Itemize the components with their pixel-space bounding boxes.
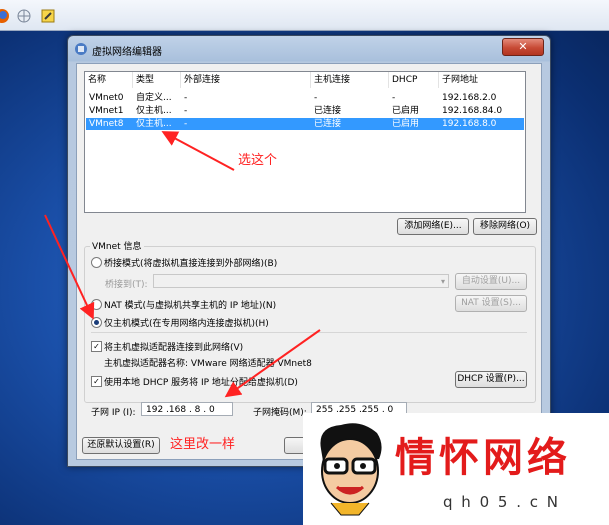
subnet-mask-label: 子网掩码(M):: [253, 408, 307, 418]
cell-subnet: 192.168.2.0: [442, 93, 497, 103]
vmnet-info-title: VMnet 信息: [90, 239, 144, 252]
bridged-radio[interactable]: [91, 257, 102, 268]
window-title: 虚拟网络编辑器: [92, 47, 162, 58]
taskbar-strip: [0, 0, 609, 31]
column-header-type[interactable]: 类型: [133, 72, 181, 88]
cell-host: 已连接: [314, 119, 342, 129]
nat-radio[interactable]: [91, 299, 102, 310]
cartoon-avatar-logo: [320, 423, 382, 516]
title-bar[interactable]: 虚拟网络编辑器 ✕: [68, 36, 550, 62]
watermark-overlay: 情怀网络 q h 0 5 . c N: [303, 413, 609, 525]
cell-external: -: [184, 119, 188, 129]
cell-dhcp: 已启用: [392, 106, 420, 116]
cell-name: VMnet0: [89, 93, 124, 103]
host-only-radio[interactable]: [91, 317, 102, 328]
remove-network-button[interactable]: 移除网络(O): [473, 218, 537, 235]
cell-dhcp: -: [392, 93, 396, 103]
cell-type: 仅主机...: [136, 106, 172, 116]
cell-name: VMnet1: [89, 106, 124, 116]
cell-type: 自定义...: [136, 93, 172, 103]
dhcp-settings-button[interactable]: DHCP 设置(P)...: [455, 371, 527, 388]
column-header-name[interactable]: 名称: [85, 72, 133, 88]
watermark-brand: 情怀网络: [395, 434, 571, 481]
nat-settings-button[interactable]: NAT 设置(S)...: [455, 295, 527, 312]
chevron-down-icon: ▾: [440, 277, 445, 286]
host-only-label: 仅主机模式(在专用网络内连接虚拟机)(H): [104, 319, 269, 329]
cell-type: 仅主机...: [136, 119, 172, 129]
subnet-ip-label: 子网 IP (I):: [91, 408, 136, 418]
notepad-icon[interactable]: [40, 8, 56, 24]
cell-subnet: 192.168.8.0: [442, 119, 497, 129]
restore-defaults-button[interactable]: 还原默认设置(R): [82, 437, 160, 454]
cell-external: -: [184, 106, 188, 116]
connect-adapter-label: 将主机虚拟适配器连接到此网络(V): [104, 343, 244, 353]
network-app-icon: [75, 43, 87, 55]
firefox-icon[interactable]: [0, 8, 10, 24]
table-row[interactable]: VMnet1 仅主机... - 已连接 已启用 192.168.84.0: [86, 105, 524, 117]
network-globe-icon[interactable]: [16, 8, 32, 24]
bridge-to-label: 桥接到(T):: [105, 280, 148, 290]
column-header-host[interactable]: 主机连接: [311, 72, 389, 88]
cell-dhcp: 已启用: [392, 119, 420, 129]
bridged-label: 桥接模式(将虚拟机直接连接到外部网络)(B): [104, 259, 278, 269]
column-header-subnet[interactable]: 子网地址: [439, 72, 525, 88]
network-list[interactable]: 名称 类型 外部连接 主机连接 DHCP 子网地址 VMnet0 自定义... …: [84, 71, 526, 213]
add-network-button[interactable]: 添加网络(E)...: [397, 218, 469, 235]
connect-adapter-checkbox[interactable]: ✓: [91, 341, 102, 352]
auto-settings-button[interactable]: 自动设置(U)...: [455, 273, 527, 290]
watermark-url: q h 0 5 . c N: [443, 493, 560, 511]
cell-subnet: 192.168.84.0: [442, 106, 503, 116]
annotation-change-same: 这里改一样: [170, 437, 236, 452]
nat-label: NAT 模式(与虚拟机共享主机的 IP 地址)(N): [104, 301, 277, 311]
close-button[interactable]: ✕: [502, 38, 544, 56]
bridge-to-select[interactable]: ▾: [153, 274, 449, 288]
separator: [91, 332, 527, 333]
subnet-ip-input[interactable]: 192 .168 . 8 . 0: [141, 402, 233, 416]
cell-host: -: [314, 93, 318, 103]
use-dhcp-checkbox[interactable]: ✓: [91, 376, 102, 387]
column-header-dhcp[interactable]: DHCP: [389, 72, 439, 88]
annotation-select-this: 选这个: [238, 153, 278, 168]
table-row[interactable]: VMnet0 自定义... - - - 192.168.2.0: [86, 92, 524, 104]
use-dhcp-label: 使用本地 DHCP 服务将 IP 地址分配给虚拟机(D): [104, 378, 298, 388]
adapter-name-text: 主机虚拟适配器名称: VMware 网络适配器 VMnet8: [104, 359, 312, 369]
table-row-selected[interactable]: VMnet8 仅主机... - 已连接 已启用 192.168.8.0: [86, 118, 524, 130]
virtual-network-editor-window: 虚拟网络编辑器 ✕ 名称 类型 外部连接 主机连接 DHCP 子网地址 VMne…: [67, 35, 551, 467]
cell-external: -: [184, 93, 188, 103]
cell-name: VMnet8: [89, 119, 124, 129]
cell-host: 已连接: [314, 106, 342, 116]
column-header-external[interactable]: 外部连接: [181, 72, 311, 88]
dialog-client-area: 名称 类型 外部连接 主机连接 DHCP 子网地址 VMnet0 自定义... …: [76, 63, 542, 460]
